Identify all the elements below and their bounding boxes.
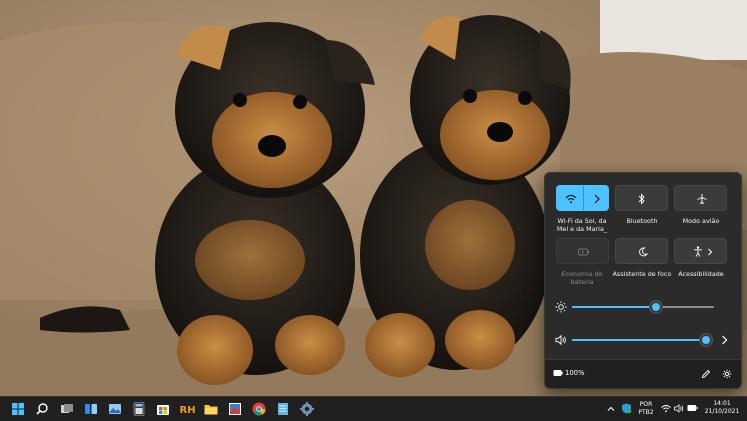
battery-percentage: 100% — [565, 369, 585, 377]
bluetooth-icon — [638, 193, 645, 205]
brightness-slider[interactable] — [572, 301, 714, 313]
edit-pencil-icon[interactable] — [701, 369, 711, 379]
settings-gear-icon[interactable] — [722, 369, 732, 379]
volume-slider-thumb[interactable] — [700, 334, 713, 346]
rh-app-icon[interactable]: RH — [178, 400, 196, 418]
wifi-tray-icon[interactable] — [661, 404, 671, 413]
battery-tray-icon[interactable] — [687, 404, 698, 412]
calculator-icon[interactable] — [130, 400, 148, 418]
accessibility-tile[interactable] — [674, 238, 727, 264]
security-shield-icon[interactable] — [621, 403, 632, 414]
battery-charging-icon — [553, 370, 563, 376]
task-view-icon[interactable] — [58, 400, 76, 418]
wifi-icon — [565, 194, 577, 204]
chevron-up-icon[interactable] — [607, 405, 615, 413]
accessibility-label: Acessibilidade — [678, 270, 724, 278]
airplane-mode-label: Modo avião — [682, 217, 720, 225]
search-icon[interactable] — [33, 400, 51, 418]
airplane-icon — [697, 194, 707, 204]
widgets-icon[interactable] — [82, 400, 100, 418]
bluetooth-tile[interactable] — [615, 185, 668, 211]
taskbar: RH POR PTB2 14:01 21/10/2021 — [0, 396, 747, 421]
airplane-mode-tile[interactable] — [674, 185, 727, 211]
moon-icon — [639, 247, 648, 257]
quick-settings-footer: 100% — [545, 359, 741, 388]
volume-slider[interactable] — [572, 334, 713, 346]
volume-slider-fill — [572, 339, 707, 341]
bluetooth-label: Bluetooth — [626, 217, 658, 225]
focus-assist-label: Assistente de foco — [612, 270, 672, 278]
language-code: POR — [639, 401, 653, 408]
wifi-label: Wi-Fi da Sol, da Mel e da Maria_ — [556, 217, 608, 233]
keyboard-layout: PTB2 — [638, 409, 654, 416]
brightness-icon — [555, 301, 567, 313]
settings-icon[interactable] — [298, 400, 316, 418]
store-icon[interactable] — [154, 400, 172, 418]
focus-assist-tile[interactable] — [615, 238, 668, 264]
battery-saver-icon — [578, 248, 590, 256]
chrome-icon[interactable] — [250, 400, 268, 418]
chevron-right-icon[interactable] — [593, 194, 601, 204]
battery-saver-label: Economia de bateria — [561, 270, 603, 286]
svg-text:RH: RH — [180, 405, 196, 416]
notepad-icon[interactable] — [274, 400, 292, 418]
image-app-icon[interactable] — [226, 400, 244, 418]
clock[interactable]: 14:01 21/10/2021 — [701, 400, 743, 416]
brightness-slider-thumb[interactable] — [649, 301, 662, 313]
audio-output-chevron-icon[interactable] — [721, 335, 728, 345]
battery-saver-tile[interactable] — [556, 238, 609, 264]
clock-time: 14:01 — [713, 400, 731, 407]
accessibility-icon — [694, 246, 702, 257]
file-explorer-icon[interactable] — [202, 400, 220, 418]
windows-start-icon[interactable] — [9, 400, 27, 418]
volume-icon[interactable] — [555, 334, 567, 346]
chevron-right-icon[interactable] — [707, 248, 713, 256]
brightness-slider-fill — [572, 306, 656, 308]
quick-settings-panel: Wi-Fi da Sol, da Mel e da Maria_ Bluetoo… — [544, 172, 742, 389]
volume-tray-icon[interactable] — [674, 404, 684, 413]
wifi-tile[interactable] — [556, 185, 609, 211]
language-indicator[interactable]: POR PTB2 — [636, 401, 656, 417]
clock-date: 21/10/2021 — [704, 408, 740, 415]
photos-icon[interactable] — [106, 400, 124, 418]
